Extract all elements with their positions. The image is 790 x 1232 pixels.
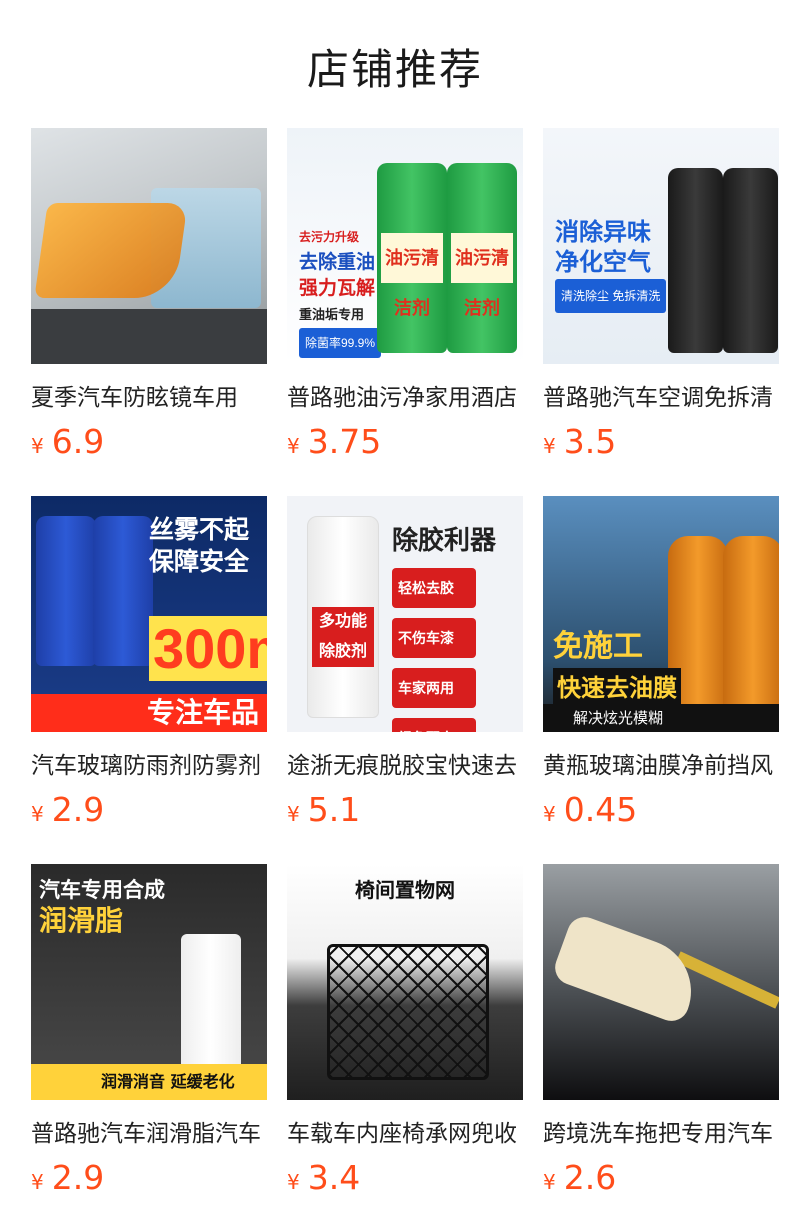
product-image-seat-net[interactable]: 椅间置物网	[287, 864, 523, 1100]
product-image-sun-visor[interactable]	[31, 128, 267, 364]
product-price: 6.9	[51, 422, 105, 461]
price-row: ¥ 2.9	[31, 790, 267, 829]
dashboard-shape	[31, 309, 267, 364]
product-image-anti-fog[interactable]: 丝雾不起 保障安全 300ml 专注车品	[31, 496, 267, 732]
product-price: 2.6	[563, 1158, 617, 1197]
spray-can	[36, 516, 96, 666]
promo-text: 除胶利器 轻松去胶 不伤车漆 车家两用 绿色配方	[392, 522, 496, 732]
product-card[interactable]: 椅间置物网 车载车内座椅承网兜收 ¥ 3.4	[287, 864, 523, 1232]
product-card[interactable]: 免施工 快速去油膜 解决炫光模糊 黄瓶玻璃油膜净前挡风 ¥ 0.45	[543, 496, 779, 864]
currency-symbol: ¥	[287, 434, 300, 458]
product-image-lubricating-grease[interactable]: 汽车专用合成 润滑脂 润滑消音 延缓老化	[31, 864, 267, 1100]
promo-banner: 专注车品	[31, 694, 267, 732]
product-name[interactable]: 普路驰油污净家用酒店	[287, 378, 533, 412]
product-price: 5.1	[307, 790, 361, 829]
price-row: ¥ 0.45	[543, 790, 779, 829]
spray-can: 油污清洁剂	[447, 163, 517, 353]
product-price: 3.4	[307, 1158, 361, 1197]
product-card[interactable]: 去污力升级 去除重油 强力瓦解 重油垢专用 除菌率99.9% 油污清洁剂 油污清…	[287, 128, 523, 496]
product-name[interactable]: 汽车玻璃防雨剂防雾剂	[31, 746, 277, 780]
promo-text: 去污力升级 去除重油 强力瓦解 重油垢专用 除菌率99.9%	[299, 224, 382, 358]
product-card[interactable]: 多功能除胶剂 除胶利器 轻松去胶 不伤车漆 车家两用 绿色配方 途浙无痕脱胶宝快…	[287, 496, 523, 864]
product-price: 3.75	[307, 422, 382, 461]
product-image-kitchen-cleaner[interactable]: 去污力升级 去除重油 强力瓦解 重油垢专用 除菌率99.9% 油污清洁剂 油污清…	[287, 128, 523, 364]
currency-symbol: ¥	[543, 434, 556, 458]
price-row: ¥ 6.9	[31, 422, 267, 461]
promo-subtitle: 解决炫光模糊	[543, 704, 779, 732]
product-card[interactable]: 消除异味 净化空气 清洗除尘 免拆清洗 普路驰汽车空调免拆清 ¥ 3.5	[543, 128, 779, 496]
spray-can: 油污清洁剂	[377, 163, 447, 353]
spray-can: 多功能除胶剂	[307, 516, 379, 718]
spray-can	[668, 168, 723, 353]
currency-symbol: ¥	[543, 802, 556, 826]
mop-handle	[675, 951, 779, 1009]
product-price: 2.9	[51, 1158, 105, 1197]
promo-text: 免施工 快速去油膜	[553, 626, 681, 710]
price-row: ¥ 5.1	[287, 790, 523, 829]
promo-banner: 润滑消音 延缓老化	[31, 1064, 267, 1100]
product-price: 0.45	[563, 790, 638, 829]
recommendation-page: 店铺推荐 夏季汽车防眩镜车用 ¥ 6.9 去污力升级 去除重油 强力瓦解 重油垢…	[0, 0, 790, 1232]
product-name[interactable]: 普路驰汽车空调免拆清	[543, 378, 789, 412]
volume-label: 300ml	[149, 616, 267, 681]
visor-shape	[34, 203, 188, 298]
promo-text: 椅间置物网	[355, 880, 455, 902]
currency-symbol: ¥	[31, 802, 44, 826]
price-row: ¥ 2.6	[543, 1158, 779, 1197]
product-card[interactable]: 丝雾不起 保障安全 300ml 专注车品 汽车玻璃防雨剂防雾剂 ¥ 2.9	[31, 496, 267, 864]
currency-symbol: ¥	[543, 1170, 556, 1194]
product-card[interactable]: 汽车专用合成 润滑脂 润滑消音 延缓老化 普路驰汽车润滑脂汽车 ¥ 2.9	[31, 864, 267, 1232]
product-image-glue-remover[interactable]: 多功能除胶剂 除胶利器 轻松去胶 不伤车漆 车家两用 绿色配方	[287, 496, 523, 732]
spray-can	[93, 516, 153, 666]
price-row: ¥ 3.5	[543, 422, 779, 461]
promo-text: 消除异味 净化空气 清洗除尘 免拆清洗	[555, 218, 667, 313]
mop-head	[550, 912, 706, 1026]
price-row: ¥ 3.75	[287, 422, 523, 461]
product-card[interactable]: 夏季汽车防眩镜车用 ¥ 6.9	[31, 128, 267, 496]
price-row: ¥ 3.4	[287, 1158, 523, 1197]
product-price: 2.9	[51, 790, 105, 829]
product-name[interactable]: 跨境洗车拖把专用汽车	[543, 1114, 789, 1148]
product-price: 3.5	[563, 422, 617, 461]
product-image-car-mop[interactable]	[543, 864, 779, 1100]
product-image-oil-film-cleaner[interactable]: 免施工 快速去油膜 解决炫光模糊	[543, 496, 779, 732]
product-name[interactable]: 途浙无痕脱胶宝快速去	[287, 746, 533, 780]
grease-tube	[181, 934, 241, 1084]
page-title: 店铺推荐	[306, 45, 483, 94]
currency-symbol: ¥	[31, 434, 44, 458]
product-image-ac-cleaner[interactable]: 消除异味 净化空气 清洗除尘 免拆清洗	[543, 128, 779, 364]
product-card[interactable]: 跨境洗车拖把专用汽车 ¥ 2.6	[543, 864, 779, 1232]
currency-symbol: ¥	[287, 802, 300, 826]
spray-can	[723, 168, 778, 353]
promo-text: 汽车专用合成 润滑脂	[39, 879, 165, 936]
currency-symbol: ¥	[287, 1170, 300, 1194]
currency-symbol: ¥	[31, 1170, 44, 1194]
net-shape	[327, 944, 489, 1080]
product-name[interactable]: 夏季汽车防眩镜车用	[31, 378, 277, 412]
product-name[interactable]: 车载车内座椅承网兜收	[287, 1114, 533, 1148]
bottle-shape	[723, 536, 779, 711]
product-grid: 夏季汽车防眩镜车用 ¥ 6.9 去污力升级 去除重油 强力瓦解 重油垢专用 除菌…	[31, 128, 779, 1232]
price-row: ¥ 2.9	[31, 1158, 267, 1197]
product-name[interactable]: 黄瓶玻璃油膜净前挡风	[543, 746, 789, 780]
promo-text: 丝雾不起 保障安全	[149, 516, 250, 576]
product-name[interactable]: 普路驰汽车润滑脂汽车	[31, 1114, 277, 1148]
